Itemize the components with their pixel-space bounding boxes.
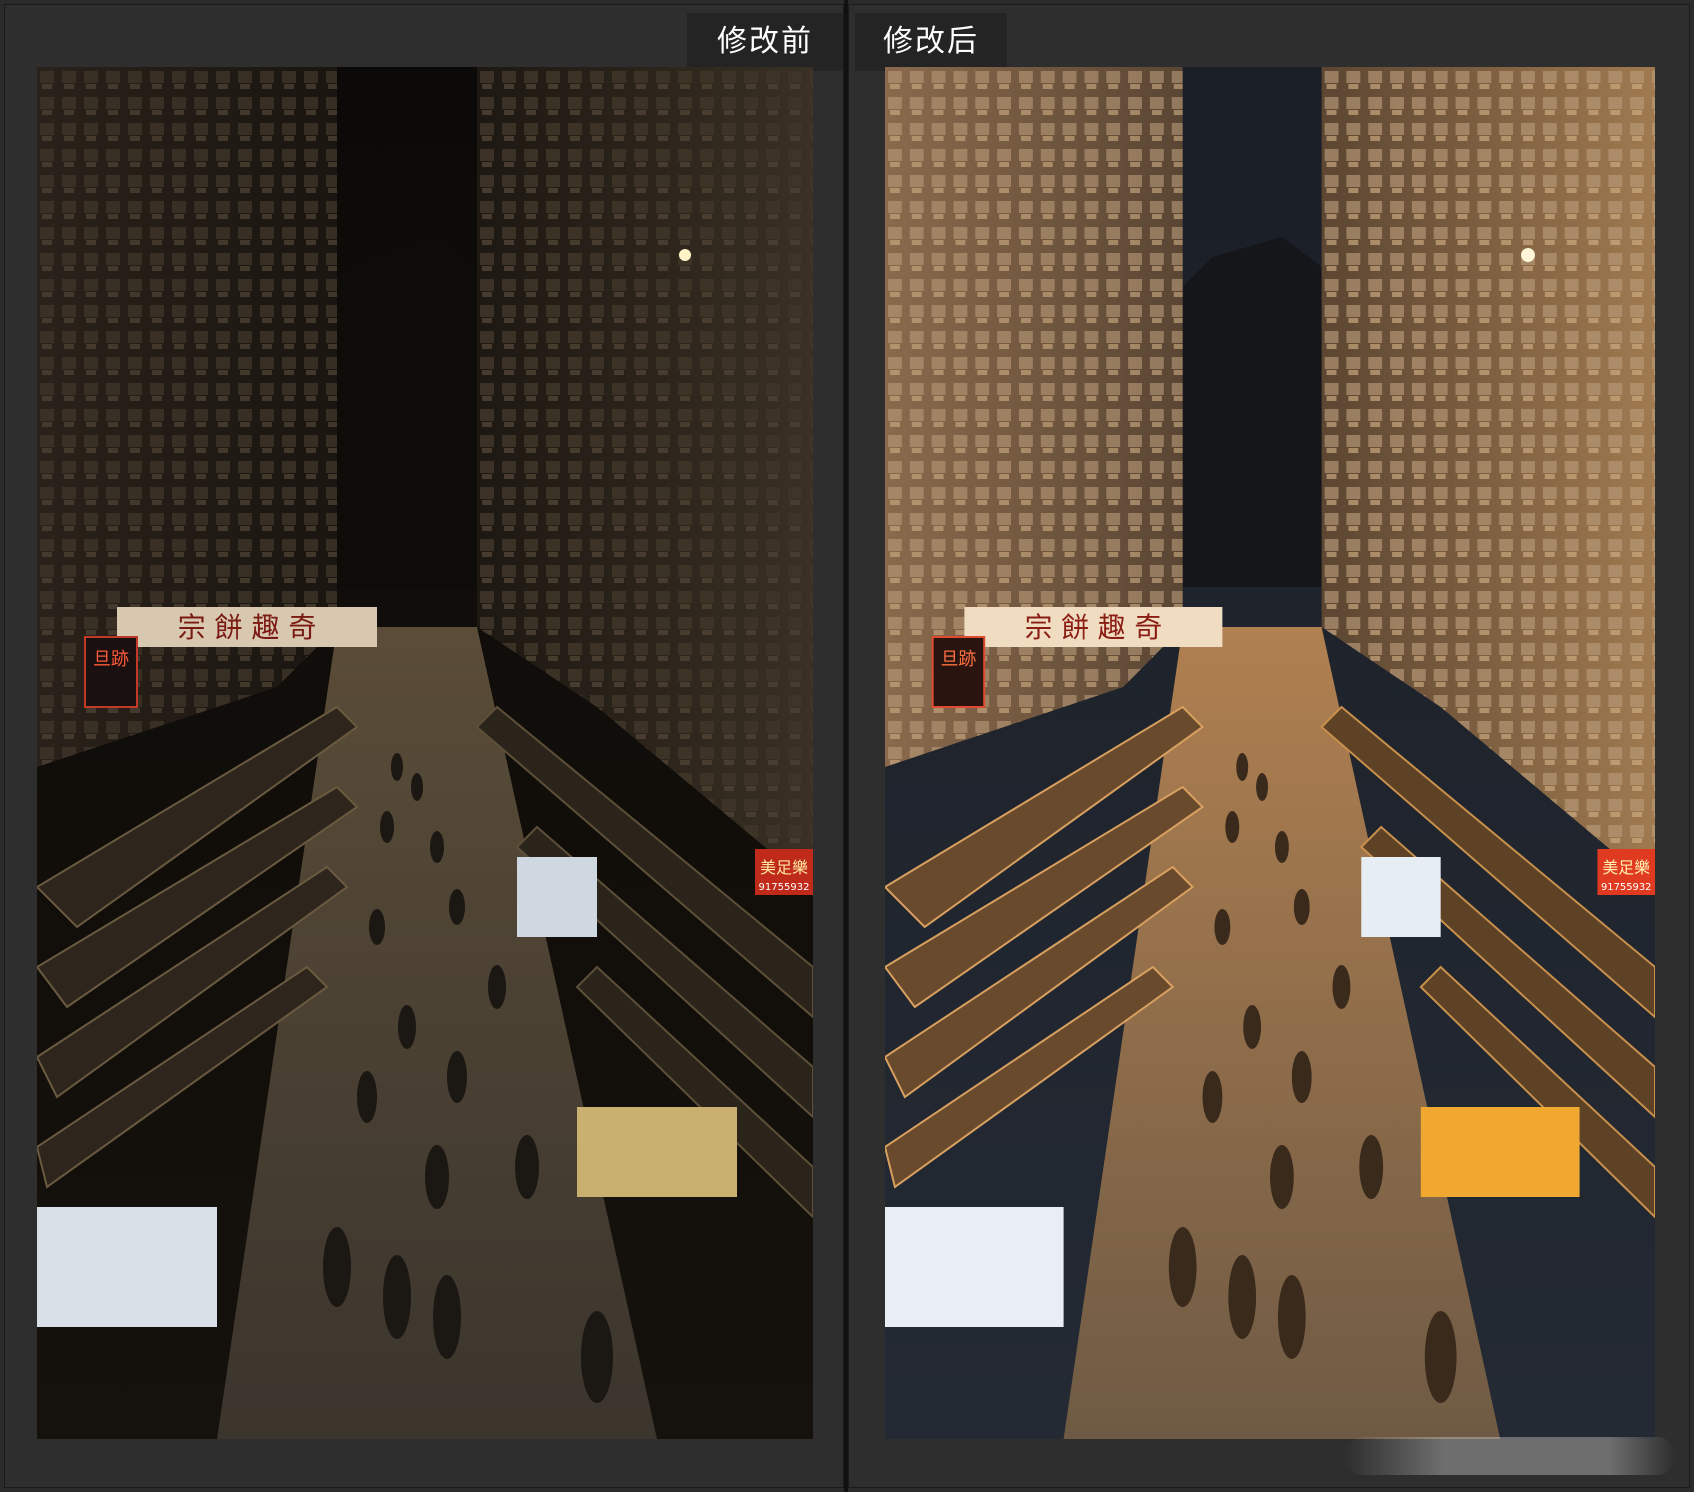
sign-top-text: 宗 餅 趣 奇: [1025, 611, 1163, 644]
sign-left-text: 旦跡: [941, 649, 977, 670]
sign-right-text: 美足樂: [760, 858, 808, 877]
tab-after[interactable]: 修改后: [855, 13, 1007, 71]
sign-right-phone: 91755932: [1601, 882, 1651, 893]
photo-after: 宗 餅 趣 奇 旦跡 美足樂 91755932: [885, 67, 1655, 1439]
sign-right-text: 美足樂: [1602, 858, 1650, 877]
tab-before[interactable]: 修改前: [687, 13, 843, 71]
sign-right-phone: 91755932: [759, 882, 810, 893]
watermark: [1345, 1437, 1675, 1475]
sign-left-text: 旦跡: [93, 649, 129, 670]
sign-top-text: 宗 餅 趣 奇: [178, 611, 317, 644]
photo-before: 宗 餅 趣 奇 旦跡 美足樂 91755932: [37, 67, 813, 1439]
street-market-photo-before: 宗 餅 趣 奇 旦跡 美足樂 91755932: [37, 67, 813, 1439]
after-panel: 修改后 宗 餅 趣 奇 旦跡 美足樂 91755932: [848, 4, 1690, 1488]
street-market-photo-after: 宗 餅 趣 奇 旦跡 美足樂 91755932: [885, 67, 1655, 1439]
before-panel: 修改前 宗 餅 趣 奇 旦跡 美足樂 91755932: [4, 4, 844, 1488]
